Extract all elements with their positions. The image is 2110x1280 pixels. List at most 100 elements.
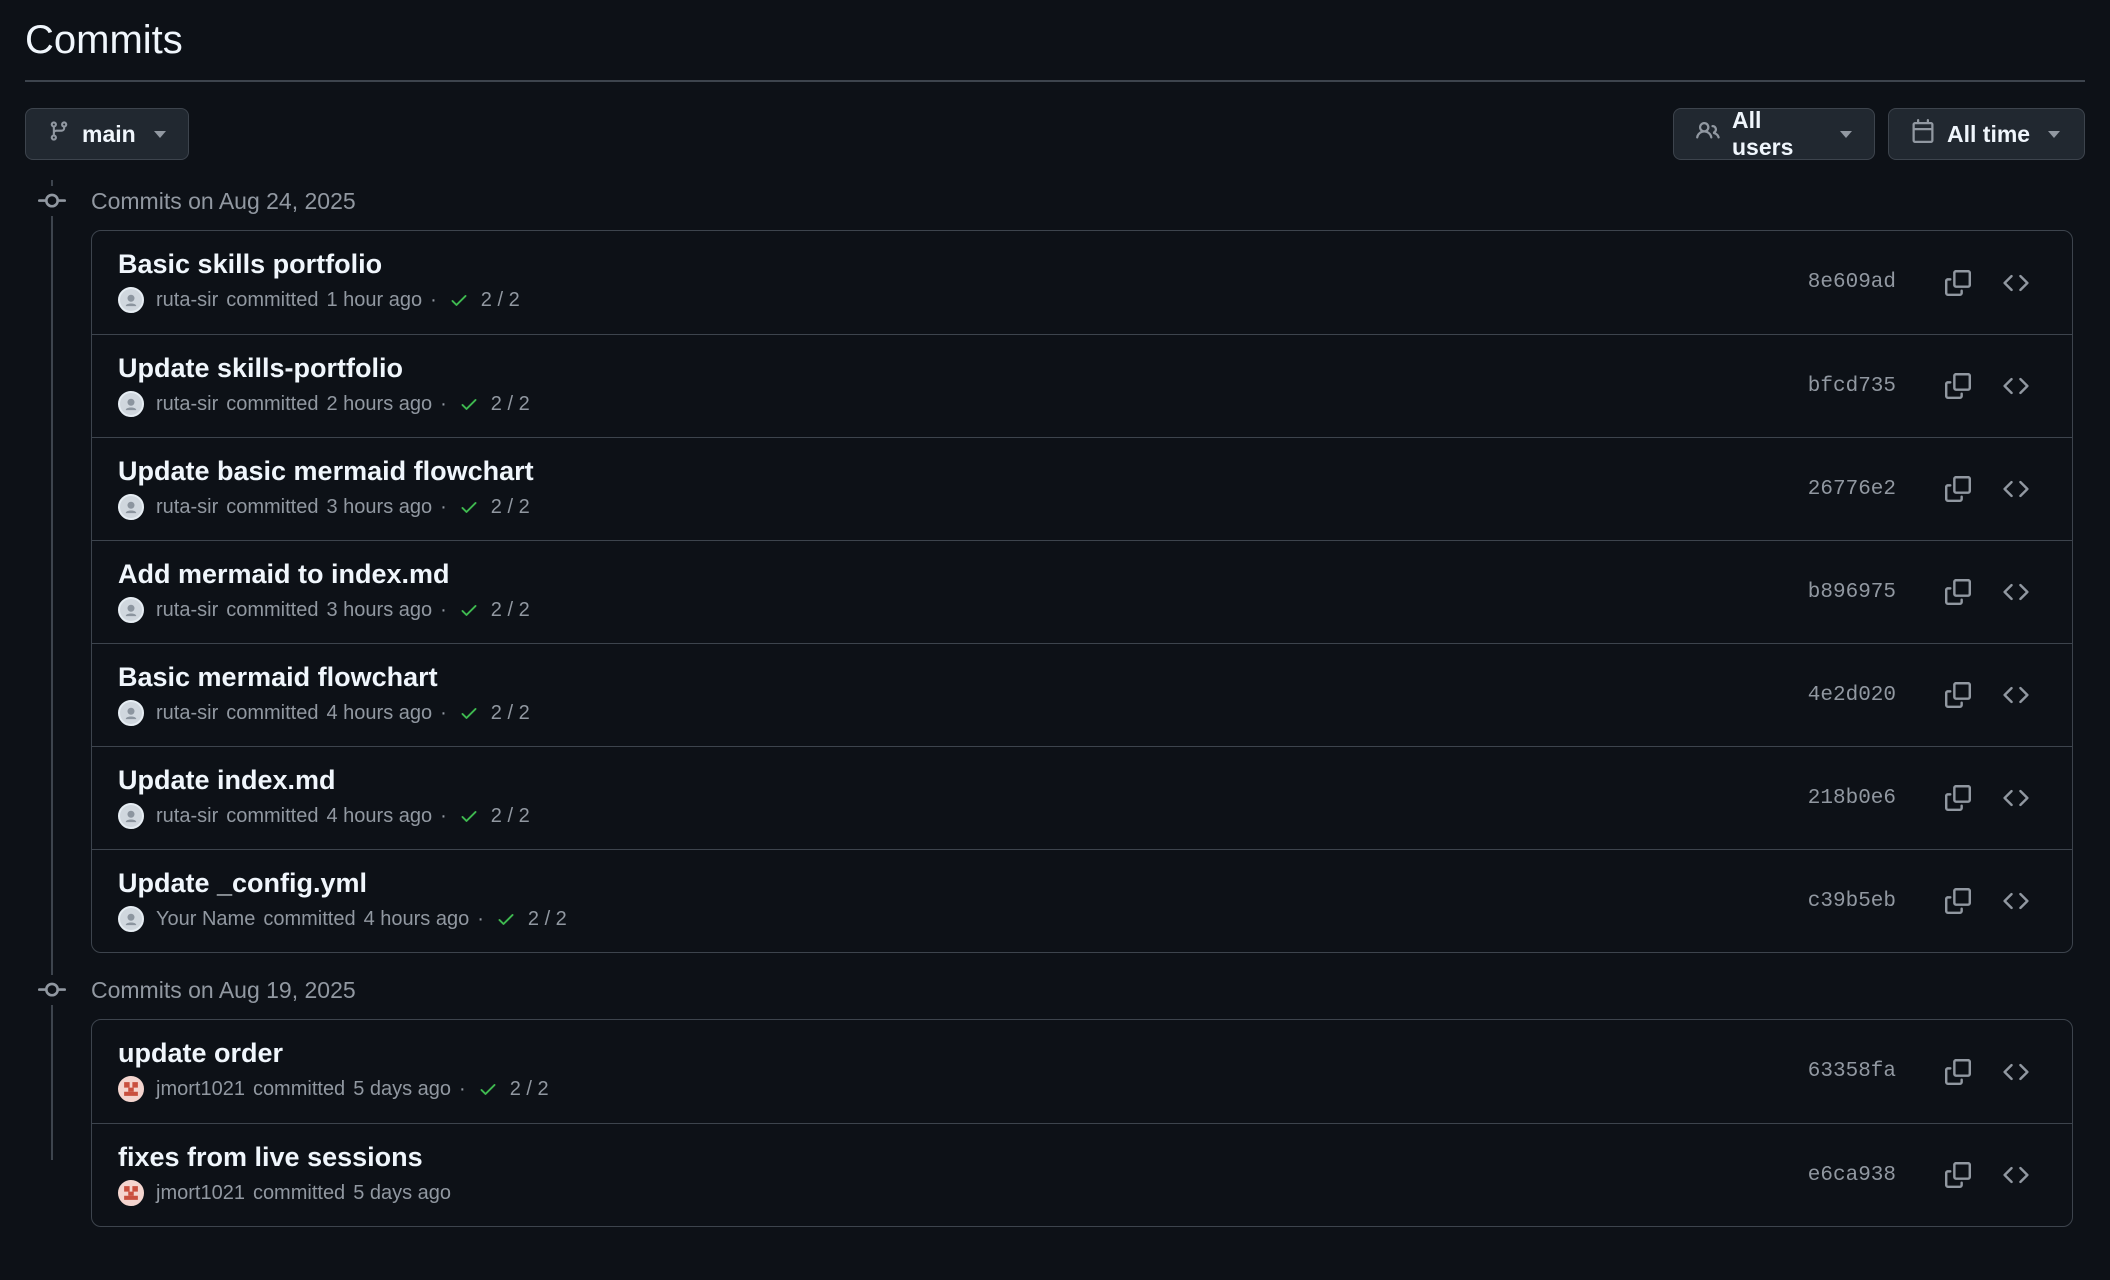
commit-sha-link[interactable]: 4e2d020 [1808,684,1896,707]
avatar[interactable] [118,1180,144,1206]
chevron-down-icon [153,130,166,138]
commit-row: Update index.md ruta-sir committed 4 hou… [92,746,2072,849]
commit-time: 5 days ago [353,1077,452,1100]
commit-title-link[interactable]: Update basic mermaid flowchart [118,454,2046,488]
commit-time: 4 hours ago [326,701,433,724]
commit-sha-link[interactable]: b896975 [1808,581,1896,604]
checks-count[interactable]: 2 / 2 [491,393,530,416]
checks-count[interactable]: 2 / 2 [481,289,520,312]
commit-sha-link[interactable]: c39b5eb [1808,890,1896,913]
commit-title-link[interactable]: Update skills-portfolio [118,351,2046,385]
copy-icon[interactable] [1940,780,1976,816]
avatar[interactable] [118,597,144,623]
commit-author-link[interactable]: ruta-sir [156,805,218,828]
commit-row: Add mermaid to index.md ruta-sir committ… [92,540,2072,643]
commit-group-date: Commits on Aug 24, 2025 [91,187,356,214]
copy-icon[interactable] [1940,1157,1976,1193]
copy-icon[interactable] [1940,1054,1976,1090]
commit-sha-link[interactable]: 26776e2 [1808,478,1896,501]
time-filter-button[interactable]: All time [1888,108,2085,160]
commit-row: fixes from live sessions jmort1021 commi… [92,1123,2072,1226]
check-icon[interactable] [496,909,516,929]
toolbar: main All users All time [25,107,2085,160]
commit-list: Basic skills portfolio ruta-sir committe… [91,230,2073,953]
separator-dot: · [440,804,447,827]
check-icon[interactable] [478,1079,498,1099]
commit-author-link[interactable]: jmort1021 [156,1078,245,1101]
page-title: Commits [25,0,2085,82]
check-icon[interactable] [459,497,479,517]
copy-icon[interactable] [1940,574,1976,610]
commit-sha-link[interactable]: 8e609ad [1808,271,1896,294]
avatar[interactable] [118,700,144,726]
separator-dot: · [440,495,447,518]
commit-title-link[interactable]: Add mermaid to index.md [118,557,2046,591]
commit-title-link[interactable]: Update _config.yml [118,866,2046,900]
copy-icon[interactable] [1940,883,1976,919]
code-icon[interactable] [1998,368,2034,404]
branch-select-button[interactable]: main [25,108,189,160]
commit-row: update order jmort1021 committed 5 days … [92,1020,2072,1123]
check-icon[interactable] [459,394,479,414]
copy-icon[interactable] [1940,471,1976,507]
commit-title-link[interactable]: Basic skills portfolio [118,247,2046,281]
avatar[interactable] [118,287,144,313]
check-icon[interactable] [449,290,469,310]
commit-author-link[interactable]: Your Name [156,908,255,931]
commit-row: Basic skills portfolio ruta-sir committe… [92,231,2072,334]
commit-group-header: Commits on Aug 19, 2025 [25,961,2085,1019]
checks-count[interactable]: 2 / 2 [491,496,530,519]
commit-verb: committed [252,1181,346,1204]
chevron-down-icon [1840,130,1852,138]
separator-dot: · [440,598,447,621]
commit-sha-link[interactable]: 218b0e6 [1808,787,1896,810]
check-icon[interactable] [459,703,479,723]
code-icon[interactable] [1998,677,2034,713]
commit-sha-link[interactable]: e6ca938 [1808,1164,1896,1187]
avatar[interactable] [118,803,144,829]
commit-title-link[interactable]: fixes from live sessions [118,1140,2046,1174]
checks-count[interactable]: 2 / 2 [510,1078,549,1101]
commit-title-link[interactable]: update order [118,1036,2046,1070]
check-icon[interactable] [459,600,479,620]
commit-author-link[interactable]: ruta-sir [156,393,218,416]
avatar[interactable] [118,1076,144,1102]
checks-count[interactable]: 2 / 2 [491,702,530,725]
commit-author-link[interactable]: jmort1021 [156,1182,245,1205]
commit-sha-link[interactable]: 63358fa [1808,1060,1896,1083]
copy-icon[interactable] [1940,265,1976,301]
commit-verb: committed [226,392,319,415]
commit-author-link[interactable]: ruta-sir [156,599,218,622]
commit-verb: committed [263,907,356,930]
checks-count[interactable]: 2 / 2 [528,908,567,931]
avatar[interactable] [118,391,144,417]
commit-title-link[interactable]: Update index.md [118,763,2046,797]
avatar[interactable] [118,906,144,932]
commit-title-link[interactable]: Basic mermaid flowchart [118,660,2046,694]
code-icon[interactable] [1998,265,2034,301]
commit-row: Update _config.yml Your Name committed 4… [92,849,2072,952]
copy-icon[interactable] [1940,368,1976,404]
check-icon[interactable] [459,806,479,826]
code-icon[interactable] [1998,471,2034,507]
commit-sha-link[interactable]: bfcd735 [1808,375,1896,398]
commit-author-link[interactable]: ruta-sir [156,496,218,519]
avatar[interactable] [118,494,144,520]
code-icon[interactable] [1998,1054,2034,1090]
checks-count[interactable]: 2 / 2 [491,599,530,622]
commit-verb: committed [252,1077,346,1100]
commit-author-link[interactable]: ruta-sir [156,289,218,312]
code-icon[interactable] [1998,780,2034,816]
code-icon[interactable] [1998,1157,2034,1193]
commit-author-link[interactable]: ruta-sir [156,702,218,725]
code-icon[interactable] [1998,574,2034,610]
separator-dot: · [440,392,447,415]
commit-row: Update basic mermaid flowchart ruta-sir … [92,437,2072,540]
git-branch-icon [48,120,70,148]
users-filter-button[interactable]: All users [1673,107,1875,160]
checks-count[interactable]: 2 / 2 [491,805,530,828]
code-icon[interactable] [1998,883,2034,919]
separator-dot: · [477,907,484,930]
separator-dot: · [430,288,437,311]
copy-icon[interactable] [1940,677,1976,713]
